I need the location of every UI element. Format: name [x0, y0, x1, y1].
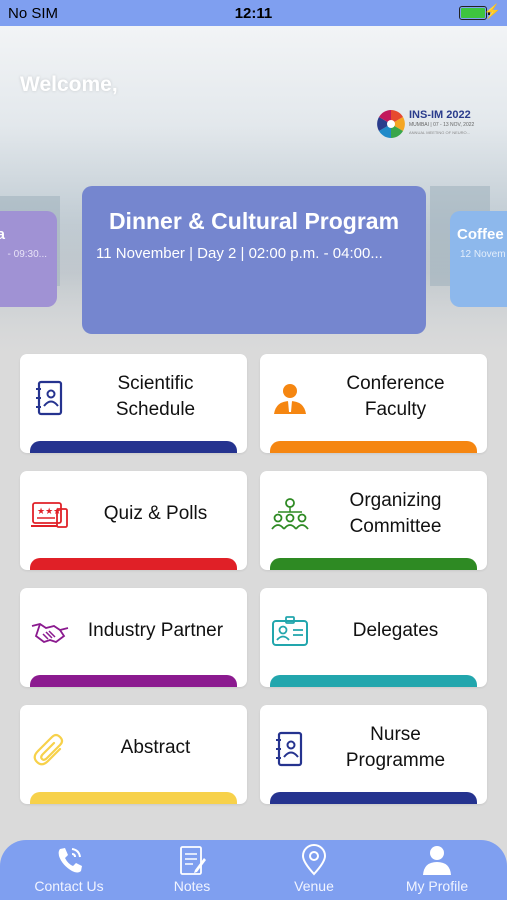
event-subtitle: 11 November | Day 2 | 02:00 p.m. - 04:00… — [96, 245, 383, 262]
tile-delegates[interactable]: Delegates — [260, 588, 487, 687]
event-subtitle: 12 Novem — [460, 249, 506, 260]
event-logo: INS-IM 2022 MUMBAI | 07 - 13 NOV, 2022 A… — [375, 108, 475, 142]
handshake-icon — [31, 623, 69, 644]
location-pin-icon — [301, 844, 327, 876]
event-title: Coffee — [457, 226, 504, 243]
tile-accent-bar — [270, 558, 477, 570]
event-card-next[interactable]: Coffee 12 Novem — [450, 211, 507, 307]
tile-quiz-polls[interactable]: ★★★ Quiz & Polls — [20, 471, 247, 570]
logo-tagline: ANNUAL MEETING OF NEURO... — [409, 130, 470, 135]
tile-label: Abstract — [120, 737, 191, 758]
committee-group-icon — [271, 498, 309, 530]
clock: 12:11 — [234, 5, 273, 22]
tab-notes[interactable]: Notes — [142, 840, 242, 900]
tile-accent-bar — [30, 441, 237, 453]
tile-conference-faculty[interactable]: Conference Faculty — [260, 354, 487, 453]
tile-organizing-committee[interactable]: Organizing Committee — [260, 471, 487, 570]
tile-accent-bar — [270, 441, 477, 453]
tile-accent-bar — [30, 675, 237, 687]
tab-venue[interactable]: Venue — [264, 840, 364, 900]
charging-icon: ⚡ — [483, 3, 501, 19]
tile-label: Conference Faculty — [346, 373, 445, 420]
event-subtitle: - 09:30... — [7, 249, 47, 260]
tab-label: Contact Us — [34, 878, 104, 894]
tab-contact-us[interactable]: Contact Us — [19, 840, 119, 900]
logo-subtitle: MUMBAI | 07 - 13 NOV, 2022 — [409, 122, 475, 128]
tile-label: Organizing Committee — [349, 490, 442, 537]
welcome-text: Welcome, — [20, 73, 118, 96]
tile-nurse-programme[interactable]: Nurse Programme — [260, 705, 487, 804]
tile-label: Scientific Schedule — [115, 373, 196, 420]
event-card-current[interactable]: Dinner & Cultural Program 11 November | … — [82, 186, 426, 334]
tile-accent-bar — [270, 675, 477, 687]
contact-book-icon — [276, 731, 303, 767]
tile-accent-bar — [270, 792, 477, 804]
logo-title: INS-IM 2022 — [409, 109, 471, 121]
faculty-person-icon — [274, 384, 306, 414]
tile-scientific-schedule[interactable]: Scientific Schedule — [20, 354, 247, 453]
tile-label: Nurse Programme — [345, 724, 446, 771]
profile-icon — [423, 846, 451, 875]
id-badge-icon — [272, 616, 308, 646]
tab-label: My Profile — [405, 878, 469, 894]
tab-label: Venue — [294, 878, 334, 894]
tile-industry-partner[interactable]: Industry Partner — [20, 588, 247, 687]
logo-icon — [377, 110, 405, 138]
event-title: Dinner & Cultural Program — [108, 208, 400, 234]
tile-abstract[interactable]: Abstract — [20, 705, 247, 804]
tile-accent-bar — [30, 792, 237, 804]
tab-label: Notes — [173, 878, 211, 894]
quiz-polls-icon: ★★★ — [31, 502, 68, 528]
contact-book-icon — [36, 380, 63, 416]
tile-label: Industry Partner — [87, 620, 224, 641]
tile-label: Quiz & Polls — [103, 503, 208, 524]
paperclip-icon — [33, 733, 64, 766]
tile-accent-bar — [30, 558, 237, 570]
tab-my-profile[interactable]: My Profile — [387, 840, 487, 900]
tile-label: Delegates — [352, 620, 439, 641]
phone-icon — [58, 848, 82, 873]
event-title: a — [0, 226, 5, 243]
event-card-previous[interactable]: a - 09:30... — [0, 211, 57, 307]
bottom-tab-bar: Contact Us Notes Venue My Profile — [0, 840, 507, 900]
status-bar: No SIM 12:11 ⚡ — [0, 0, 507, 26]
notes-icon — [180, 846, 206, 875]
